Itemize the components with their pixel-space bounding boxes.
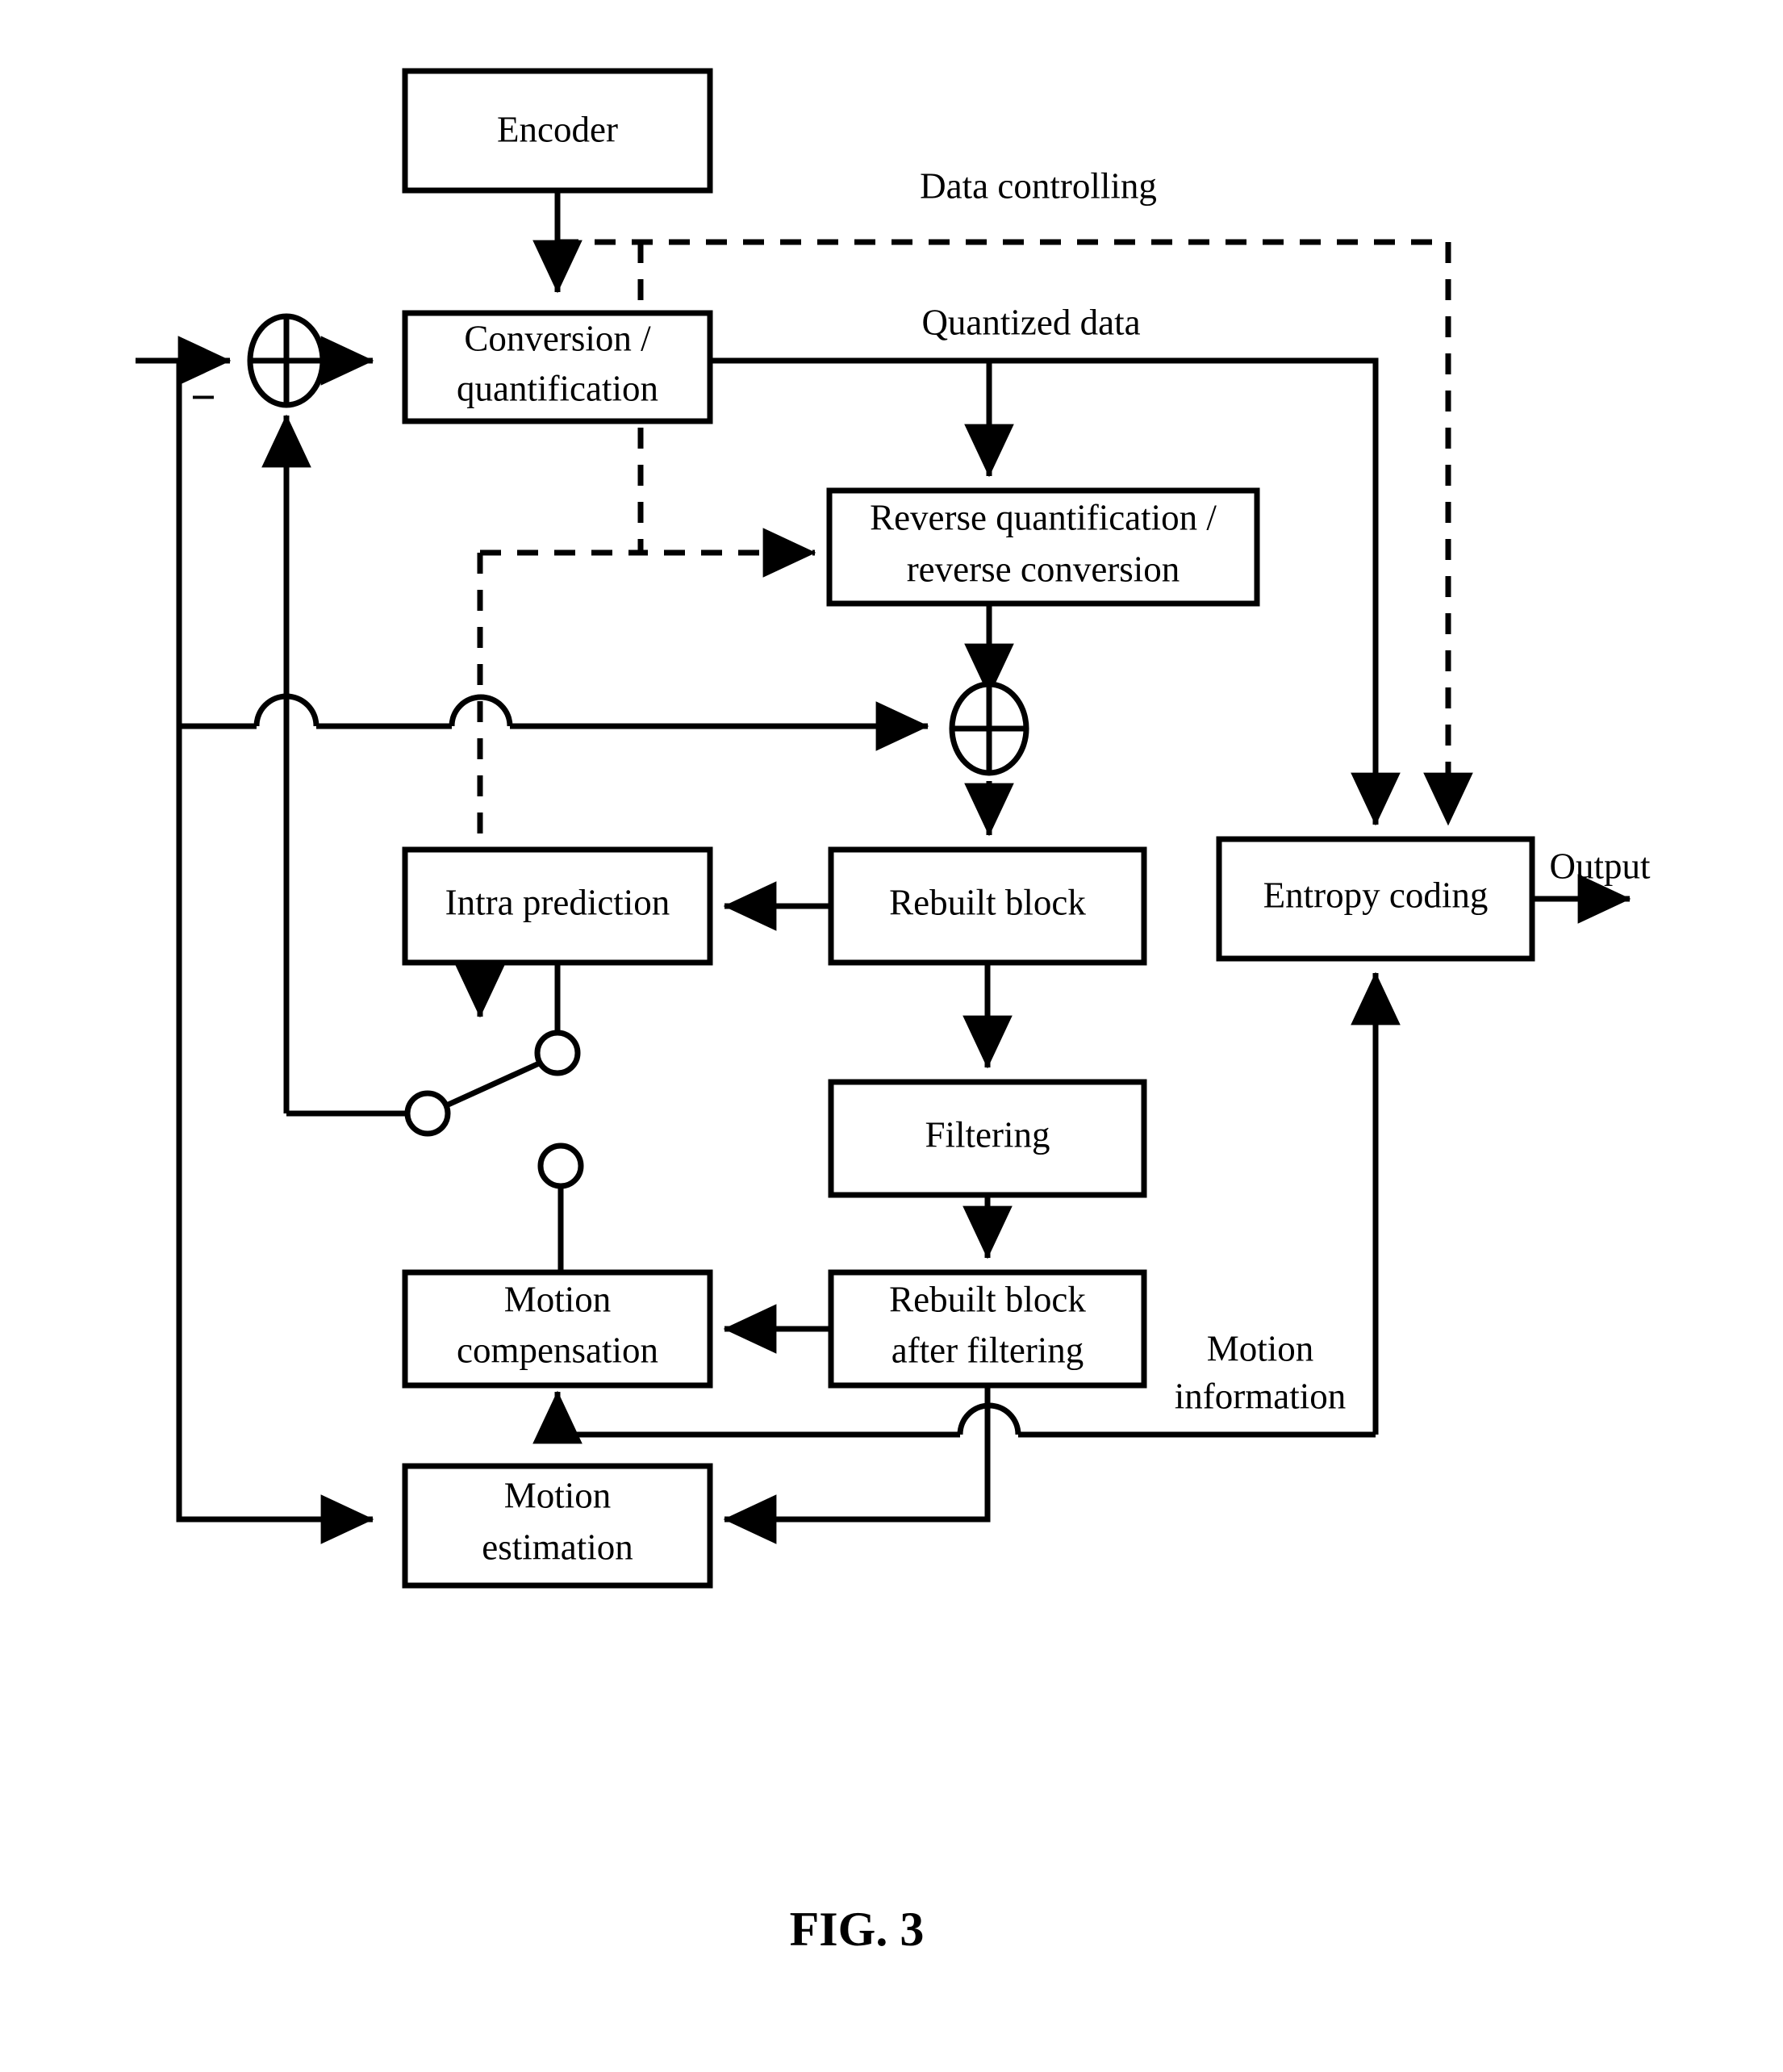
label-minus-sign: − [190,373,216,423]
block-rebuilt-block[interactable]: Rebuilt block [828,846,1147,966]
block-rebuilt-block-after-filtering[interactable]: Rebuilt block after filtering [828,1269,1147,1389]
label-motion-information-line2: information [1175,1376,1346,1416]
block-encoder[interactable]: Encoder [402,68,713,194]
figure-caption: FIG. 3 [790,1903,925,1956]
figure-container: Encoder Conversion / quantification Reve… [0,0,1783,2072]
switch-terminal-common[interactable] [404,1090,451,1137]
adder-reconstruction-junction [949,681,1029,776]
wire-rebuilt-filtered-to-motion-estimation [723,1385,991,1544]
block-encoder-label: Encoder [497,109,618,149]
terminal-node-motion-compensation[interactable] [537,1143,584,1189]
block-motion-comp-label-line1: Motion [504,1279,612,1319]
block-rebuilt-block-label: Rebuilt block [889,882,1086,922]
label-motion-information-line1: Motion [1207,1328,1314,1368]
switch-terminal-intra[interactable] [534,1030,581,1076]
block-rebuilt-filtered-label-line2: after filtering [892,1330,1084,1370]
block-entropy-coding[interactable]: Entropy coding [1216,836,1535,962]
block-motion-estimation-label-line1: Motion [504,1475,612,1515]
block-conversion-label-line1: Conversion / [464,318,651,358]
label-output: Output [1549,846,1651,886]
block-intra-prediction-label: Intra prediction [445,882,670,922]
adder-input-junction [247,313,326,408]
block-filtering-label: Filtering [925,1114,1050,1155]
label-data-controlling: Data controlling [920,165,1157,206]
block-motion-estimation-label-line2: estimation [482,1527,633,1567]
block-reverse-quant-label-line2: reverse conversion [907,549,1180,589]
block-conversion-quantification[interactable]: Conversion / quantification [402,310,713,424]
block-rebuilt-filtered-label-line1: Rebuilt block [889,1279,1086,1319]
block-intra-prediction[interactable]: Intra prediction [402,846,713,966]
label-quantized-data: Quantized data [921,302,1140,342]
block-motion-comp-label-line2: compensation [457,1330,658,1370]
block-entropy-coding-label: Entropy coding [1263,875,1489,915]
block-reverse-quant-label-line1: Reverse quantification / [870,497,1217,537]
wire-input-branch-to-motion-estimation [176,361,374,1544]
block-motion-estimation[interactable]: Motion estimation [402,1463,713,1589]
switch-blade[interactable] [441,1060,541,1110]
encoder-block-diagram: Encoder Conversion / quantification Reve… [136,68,1651,1956]
block-motion-compensation[interactable]: Motion compensation [402,1269,713,1389]
wire-motion-info-bus-to-motion-comp [532,1390,960,1444]
block-reverse-quantification[interactable]: Reverse quantification / reverse convers… [826,487,1260,607]
block-filtering[interactable]: Filtering [828,1079,1147,1198]
block-conversion-label-line2: quantification [457,368,658,408]
